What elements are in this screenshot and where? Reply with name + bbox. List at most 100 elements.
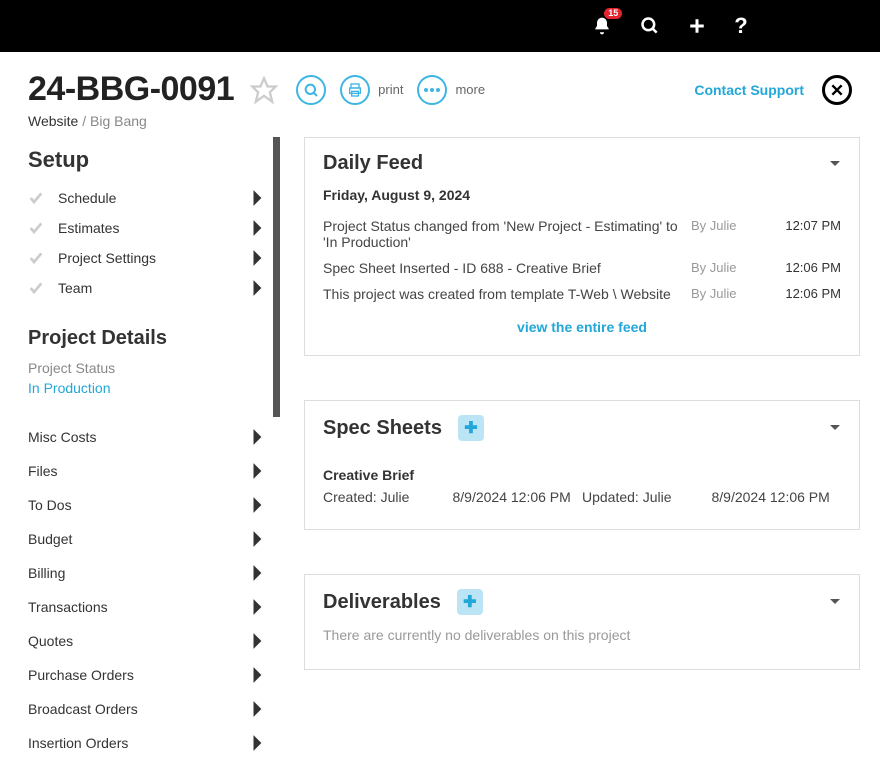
detail-label: Misc Costs — [28, 429, 96, 445]
detail-item-purchase-orders[interactable]: Purchase Orders — [28, 658, 264, 692]
chevron-down-icon — [829, 598, 841, 606]
project-details-title: Project Details — [28, 327, 264, 350]
collapse-toggle[interactable] — [829, 595, 841, 609]
add-deliverable-button[interactable]: ✚ — [457, 589, 483, 615]
setup-title: Setup — [28, 147, 264, 173]
feed-author: By Julie — [691, 260, 771, 276]
notification-badge: 15 — [604, 8, 622, 19]
feed-row: Spec Sheet Inserted - ID 688 - Creative … — [323, 255, 841, 281]
plus-icon: ✚ — [464, 418, 477, 438]
check-icon — [28, 250, 44, 266]
detail-item-misc-costs[interactable]: Misc Costs — [28, 420, 264, 454]
detail-label: Broadcast Orders — [28, 701, 138, 717]
chevron-right-icon — [252, 219, 264, 237]
chevron-down-icon — [829, 160, 841, 168]
deliverables-title: Deliverables — [323, 591, 441, 614]
bell-icon — [592, 16, 612, 36]
main-content: Daily Feed Friday, August 9, 2024 Projec… — [280, 137, 880, 770]
contact-support-link[interactable]: Contact Support — [694, 82, 804, 98]
chevron-right-icon — [252, 496, 264, 514]
setup-item-project-settings[interactable]: Project Settings — [28, 243, 264, 273]
search-button[interactable] — [640, 16, 660, 36]
setup-item-team[interactable]: Team — [28, 273, 264, 303]
detail-label: Insertion Orders — [28, 735, 128, 751]
refresh-icon — [296, 75, 326, 105]
close-icon — [830, 83, 844, 97]
project-id: 24-BBG-0091 — [28, 70, 234, 109]
setup-item-schedule[interactable]: Schedule — [28, 183, 264, 213]
project-status-value[interactable]: In Production — [28, 380, 264, 396]
search-icon — [640, 16, 660, 36]
chevron-right-icon — [252, 632, 264, 650]
check-icon — [28, 220, 44, 236]
chevron-right-icon — [252, 279, 264, 297]
feed-row: Project Status changed from 'New Project… — [323, 213, 841, 255]
detail-label: Budget — [28, 531, 72, 547]
detail-item-files[interactable]: Files — [28, 454, 264, 488]
spec-sheet-name[interactable]: Creative Brief — [323, 449, 841, 489]
detail-item-broadcast-orders[interactable]: Broadcast Orders — [28, 692, 264, 726]
view-entire-feed-link[interactable]: view the entire feed — [323, 307, 841, 339]
spec-created-ts: 8/9/2024 12:06 PM — [453, 489, 583, 505]
deliverables-empty-text: There are currently no deliverables on t… — [323, 623, 841, 653]
detail-item-insertion-orders[interactable]: Insertion Orders — [28, 726, 264, 760]
star-icon — [250, 76, 278, 104]
chevron-down-icon — [829, 424, 841, 432]
refresh-button[interactable] — [296, 75, 326, 105]
feed-message: Spec Sheet Inserted - ID 688 - Creative … — [323, 260, 691, 276]
spec-sheet-meta: Created: Julie 8/9/2024 12:06 PM Updated… — [323, 489, 841, 513]
topbar: 15 ? — [0, 0, 880, 52]
chevron-right-icon — [252, 530, 264, 548]
setup-label: Project Settings — [58, 250, 252, 266]
daily-feed-title: Daily Feed — [323, 152, 829, 175]
spec-sheets-title: Spec Sheets — [323, 417, 442, 440]
feed-time: 12:06 PM — [771, 286, 841, 302]
more-label: more — [455, 82, 485, 97]
setup-item-estimates[interactable]: Estimates — [28, 213, 264, 243]
feed-row: This project was created from template T… — [323, 281, 841, 307]
print-button[interactable]: print — [340, 75, 403, 105]
add-button[interactable] — [688, 17, 706, 35]
print-icon — [340, 75, 370, 105]
help-button[interactable]: ? — [734, 13, 747, 39]
more-button[interactable]: more — [417, 75, 485, 105]
body: Setup Schedule Estimates Project Setting… — [0, 137, 880, 770]
detail-label: Billing — [28, 565, 65, 581]
scrollbar-thumb[interactable] — [273, 137, 280, 417]
add-spec-sheet-button[interactable]: ✚ — [458, 415, 484, 441]
feed-time: 12:07 PM — [771, 218, 841, 250]
chevron-right-icon — [252, 249, 264, 267]
more-icon — [417, 75, 447, 105]
chevron-right-icon — [252, 598, 264, 616]
detail-item-transactions[interactable]: Transactions — [28, 590, 264, 624]
check-icon — [28, 280, 44, 296]
sidebar: Setup Schedule Estimates Project Setting… — [0, 137, 280, 770]
detail-item-quotes[interactable]: Quotes — [28, 624, 264, 658]
detail-list: Misc Costs Files To Dos Budget Billing T… — [28, 420, 264, 760]
spec-sheets-card: Spec Sheets ✚ Creative Brief Created: Ju… — [304, 400, 860, 530]
daily-feed-card: Daily Feed Friday, August 9, 2024 Projec… — [304, 137, 860, 356]
chevron-right-icon — [252, 428, 264, 446]
detail-label: Files — [28, 463, 58, 479]
breadcrumb-primary[interactable]: Website — [28, 113, 78, 129]
collapse-toggle[interactable] — [829, 421, 841, 435]
feed-message: Project Status changed from 'New Project… — [323, 218, 691, 250]
collapse-toggle[interactable] — [829, 157, 841, 171]
favorite-star[interactable] — [250, 76, 278, 104]
detail-label: Transactions — [28, 599, 108, 615]
notifications-button[interactable]: 15 — [592, 16, 612, 36]
detail-item-todos[interactable]: To Dos — [28, 488, 264, 522]
feed-time: 12:06 PM — [771, 260, 841, 276]
print-label: print — [378, 82, 403, 97]
spec-created-label: Created: Julie — [323, 489, 453, 505]
detail-item-budget[interactable]: Budget — [28, 522, 264, 556]
detail-label: To Dos — [28, 497, 72, 513]
chevron-right-icon — [252, 666, 264, 684]
detail-item-billing[interactable]: Billing — [28, 556, 264, 590]
plus-icon — [688, 17, 706, 35]
spec-updated-label: Updated: Julie — [582, 489, 712, 505]
check-icon — [28, 190, 44, 206]
breadcrumb-secondary[interactable]: Big Bang — [90, 113, 147, 129]
chevron-right-icon — [252, 564, 264, 582]
close-button[interactable] — [822, 75, 852, 105]
